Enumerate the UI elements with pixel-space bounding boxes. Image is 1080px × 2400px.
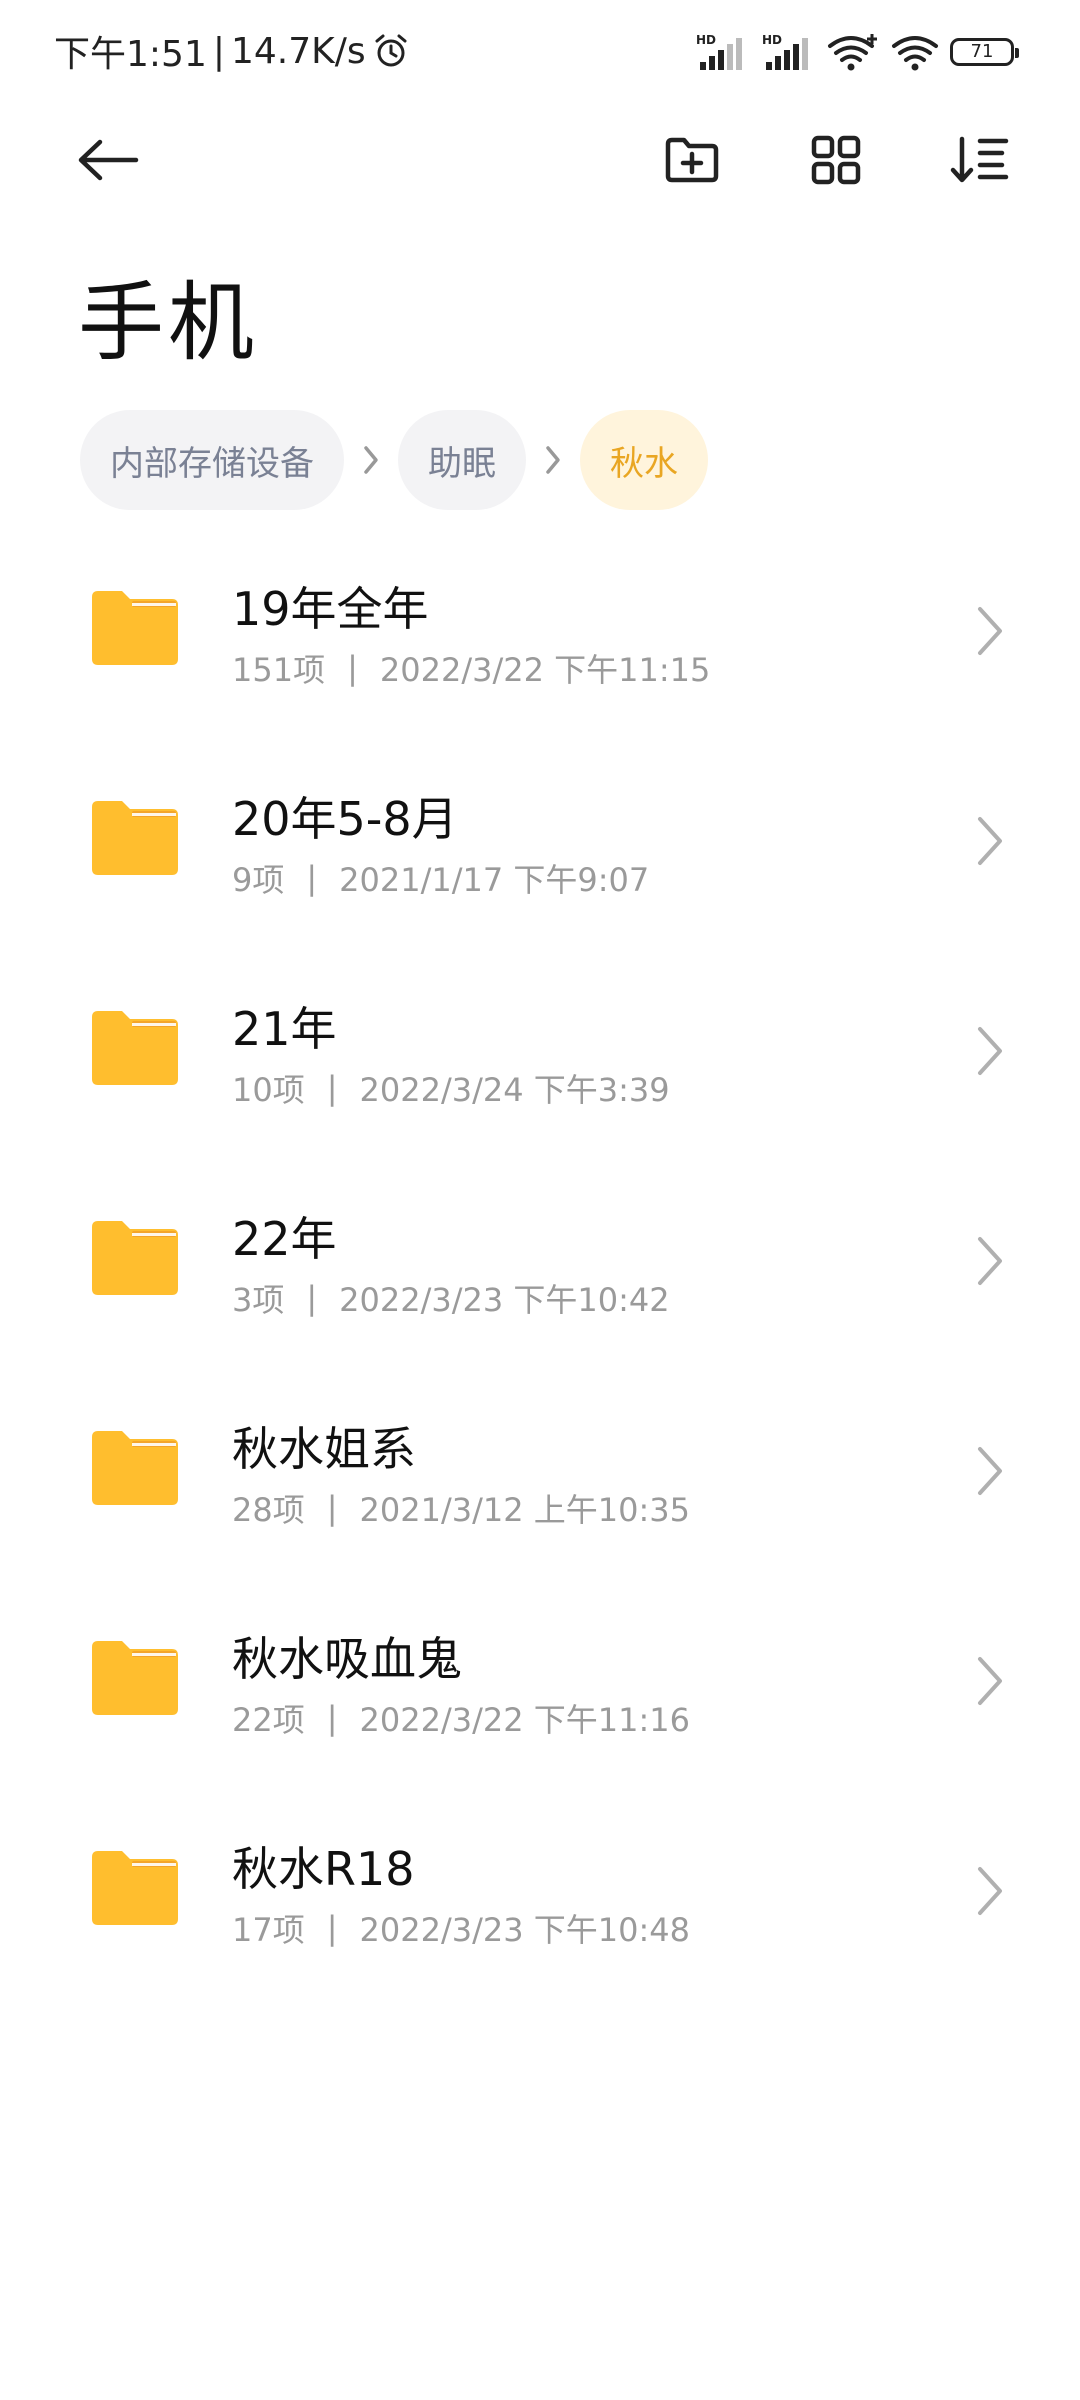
folder-name: 19年全年	[232, 582, 429, 636]
folder-row[interactable]: 秋水R18 17项 | 2022/3/23 下午10:48	[0, 1805, 1080, 2015]
folder-meta: 17项 | 2022/3/23 下午10:48	[232, 1905, 690, 1951]
meta-separator: |	[306, 1279, 318, 1317]
wifi-icon	[892, 36, 938, 71]
modified-date: 2022/3/22 下午11:16	[359, 1701, 690, 1739]
chevron-right-icon	[978, 1447, 1002, 1495]
chevron-right-icon	[978, 1027, 1002, 1075]
alarm-clock-icon	[375, 34, 407, 67]
folder-icon	[92, 1641, 178, 1715]
item-count: 10项	[232, 1071, 305, 1109]
grid-view-button[interactable]	[786, 110, 886, 210]
breadcrumb-separator	[344, 410, 398, 510]
chevron-right-icon	[546, 446, 560, 474]
folder-name: 21年	[232, 1002, 337, 1056]
status-bar: 下午1:51 | 14.7K/s HD HD 71	[0, 0, 1080, 100]
folder-row[interactable]: 21年 10项 | 2022/3/24 下午3:39	[0, 965, 1080, 1175]
status-left: 下午1:51 | 14.7K/s	[54, 26, 410, 76]
modified-date: 2021/1/17 下午9:07	[339, 861, 650, 899]
breadcrumb-item-current[interactable]: 秋水	[580, 410, 708, 510]
status-separator: |	[212, 30, 225, 72]
folder-list: 19年全年 151项 | 2022/3/22 下午11:15 20年5-8月 9…	[0, 545, 1080, 2015]
meta-separator: |	[306, 859, 318, 897]
folder-icon	[92, 1221, 178, 1295]
back-button[interactable]	[58, 110, 158, 210]
folder-icon	[92, 1011, 178, 1085]
breadcrumb-separator	[526, 410, 580, 510]
battery-level: 71	[970, 41, 994, 62]
folder-name: 22年	[232, 1212, 337, 1266]
meta-separator: |	[326, 1489, 338, 1527]
folder-name: 秋水吸血鬼	[232, 1632, 462, 1686]
wifi-plus-icon	[828, 34, 877, 71]
signal-label-2: HD	[762, 33, 782, 47]
battery-icon: 71	[950, 38, 1019, 66]
item-count: 9项	[232, 861, 285, 899]
status-right: HD HD 71	[694, 30, 1019, 74]
item-count: 17项	[232, 1911, 305, 1949]
folder-icon	[92, 1431, 178, 1505]
page-title: 手机	[78, 273, 258, 373]
folder-meta: 3项 | 2022/3/23 下午10:42	[232, 1275, 670, 1321]
modified-date: 2021/3/12 上午10:35	[359, 1491, 690, 1529]
folder-name: 秋水姐系	[232, 1422, 416, 1476]
folder-row[interactable]: 秋水吸血鬼 22项 | 2022/3/22 下午11:16	[0, 1595, 1080, 1805]
new-folder-button[interactable]	[642, 110, 742, 210]
breadcrumb: 内部存储设备 助眠 秋水	[80, 410, 708, 510]
folder-icon	[92, 591, 178, 665]
breadcrumb-item-internal-storage[interactable]: 内部存储设备	[80, 410, 344, 510]
folder-name: 20年5-8月	[232, 792, 458, 846]
folder-row[interactable]: 22年 3项 | 2022/3/23 下午10:42	[0, 1175, 1080, 1385]
folder-name: 秋水R18	[232, 1842, 415, 1896]
grid-view-icon	[811, 135, 861, 185]
folder-meta: 9项 | 2021/1/17 下午9:07	[232, 855, 649, 901]
chevron-right-icon	[978, 1867, 1002, 1915]
modified-date: 2022/3/24 下午3:39	[359, 1071, 670, 1109]
status-time: 下午1:51	[54, 34, 207, 75]
toolbar	[0, 110, 1080, 210]
item-count: 28项	[232, 1491, 305, 1529]
meta-separator: |	[326, 1909, 338, 1947]
folder-row[interactable]: 秋水姐系 28项 | 2021/3/12 上午10:35	[0, 1385, 1080, 1595]
folder-meta: 10项 | 2022/3/24 下午3:39	[232, 1065, 670, 1111]
folder-icon	[92, 801, 178, 875]
meta-separator: |	[326, 1069, 338, 1107]
signal-strength-icon: HD	[696, 33, 742, 70]
network-speed: 14.7K/s	[230, 30, 366, 72]
item-count: 22项	[232, 1701, 305, 1739]
modified-date: 2022/3/22 下午11:15	[379, 651, 711, 689]
sort-button[interactable]	[930, 110, 1030, 210]
folder-meta: 151项 | 2022/3/22 下午11:15	[232, 645, 710, 691]
sort-list-icon	[950, 136, 1009, 183]
chevron-right-icon	[978, 607, 1002, 655]
chevron-right-icon	[978, 1657, 1002, 1705]
arrow-left-icon	[78, 139, 139, 181]
item-count: 3项	[232, 1281, 285, 1319]
signal-strength-icon-2: HD	[762, 33, 808, 70]
chevron-right-icon	[978, 1237, 1002, 1285]
folder-row[interactable]: 20年5-8月 9项 | 2021/1/17 下午9:07	[0, 755, 1080, 965]
file-manager-screen: 下午1:51 | 14.7K/s HD HD 71 手机 内部存储设备 助眠 秋…	[0, 0, 1080, 2400]
folder-row[interactable]: 19年全年 151项 | 2022/3/22 下午11:15	[0, 545, 1080, 755]
signal-label-1: HD	[696, 33, 716, 47]
folder-meta: 28项 | 2021/3/12 上午10:35	[232, 1485, 690, 1531]
modified-date: 2022/3/23 下午10:42	[339, 1281, 670, 1319]
item-count: 151项	[232, 651, 326, 689]
modified-date: 2022/3/23 下午10:48	[359, 1911, 690, 1949]
meta-separator: |	[326, 1699, 338, 1737]
meta-separator: |	[347, 649, 358, 687]
folder-icon	[92, 1851, 178, 1925]
chevron-right-icon	[364, 446, 378, 474]
breadcrumb-item-sleep-aid[interactable]: 助眠	[398, 410, 526, 510]
folder-plus-icon	[665, 137, 719, 183]
chevron-right-icon	[978, 817, 1002, 865]
folder-meta: 22项 | 2022/3/22 下午11:16	[232, 1695, 690, 1741]
